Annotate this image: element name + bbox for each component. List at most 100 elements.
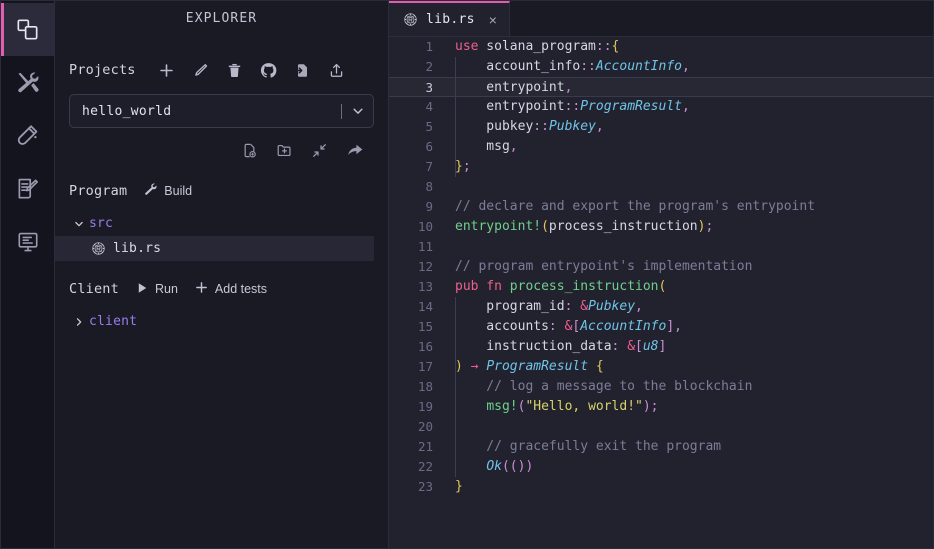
tab-label: lib.rs — [426, 12, 475, 27]
indent-guide — [455, 297, 456, 377]
token-var: accounts — [455, 319, 549, 334]
code-line[interactable]: 8 — [389, 177, 933, 197]
code-line[interactable]: 17) → ProgramResult { — [389, 357, 933, 377]
code-line[interactable]: 23} — [389, 477, 933, 497]
token-mac: entrypoint! — [455, 219, 541, 234]
line-content: entrypoint!(process_instruction); — [447, 217, 933, 237]
code-line[interactable]: 6 msg, — [389, 137, 933, 157]
import-github-button[interactable] — [252, 56, 286, 84]
activity-item-programs[interactable] — [1, 215, 54, 268]
new-folder-button[interactable] — [267, 137, 302, 163]
code-line[interactable]: 14 program_id: &Pubkey, — [389, 297, 933, 317]
code-line[interactable]: 9// declare and export the program's ent… — [389, 197, 933, 217]
code-line[interactable]: 20 — [389, 417, 933, 437]
import-project-button[interactable] — [286, 56, 320, 84]
code-line[interactable]: 1use solana_program::{ — [389, 37, 933, 57]
code-line[interactable]: 12// program entrypoint's implementation — [389, 257, 933, 277]
code-line[interactable]: 10entrypoint!(process_instruction); — [389, 217, 933, 237]
activity-item-build-deploy[interactable] — [1, 56, 54, 109]
client-label: Client — [69, 281, 119, 297]
rust-icon — [403, 12, 418, 27]
token-punc: , — [674, 319, 682, 334]
line-content: msg!("Hello, world!"); — [447, 397, 933, 417]
code-line[interactable]: 18 // log a message to the blockchain — [389, 377, 933, 397]
line-number: 20 — [389, 417, 447, 437]
code-line[interactable]: 15 accounts: &[AccountInfo], — [389, 317, 933, 337]
explorer-panel: EXPLORER Projects — [55, 1, 389, 548]
plus-icon — [194, 280, 209, 299]
indent-guide — [455, 57, 456, 177]
add-tests-label: Add tests — [215, 282, 267, 296]
activity-item-test[interactable] — [1, 109, 54, 162]
github-icon — [260, 62, 277, 79]
code-line[interactable]: 16 instruction_data: &[u8] — [389, 337, 933, 357]
activity-item-tutorials[interactable] — [1, 162, 54, 215]
line-content: // declare and export the program's entr… — [447, 197, 933, 217]
tree-item-src[interactable]: src — [55, 211, 374, 236]
rename-project-button[interactable] — [184, 56, 218, 84]
tree-item-client[interactable]: client — [55, 309, 374, 334]
activity-item-explorer[interactable] — [1, 3, 54, 56]
line-content: use solana_program::{ — [447, 37, 933, 57]
test-tube-icon — [15, 123, 40, 148]
line-number: 3 — [389, 78, 447, 96]
code-line[interactable]: 11 — [389, 237, 933, 257]
code-line[interactable]: 3 entrypoint, — [389, 77, 933, 97]
token-punc: , — [510, 139, 518, 154]
token-punc: : — [549, 319, 557, 334]
share-button[interactable] — [337, 137, 372, 163]
new-file-button[interactable] — [232, 137, 267, 163]
select-divider — [341, 104, 342, 119]
tab-lib-rs[interactable]: lib.rs × — [389, 1, 510, 36]
token-punc: ; — [705, 219, 713, 234]
chevron-right-icon — [69, 316, 89, 328]
code-line[interactable]: 5 pubkey::Pubkey, — [389, 117, 933, 137]
token-punc: ); — [643, 399, 659, 414]
token-brace: { — [588, 359, 604, 374]
project-select[interactable]: hello_world — [69, 94, 374, 128]
token-brace: ) — [455, 359, 463, 374]
program-label: Program — [69, 183, 127, 199]
tools-icon — [15, 70, 41, 96]
token-punc: :: — [533, 119, 549, 134]
code-line[interactable]: 13pub fn process_instruction( — [389, 277, 933, 297]
code-line[interactable]: 21 // gracefully exit the program — [389, 437, 933, 457]
line-number: 22 — [389, 457, 447, 477]
new-project-button[interactable] — [150, 56, 184, 84]
delete-project-button[interactable] — [218, 56, 252, 84]
tab-bar: lib.rs × — [389, 1, 933, 37]
line-number: 13 — [389, 277, 447, 297]
token-op: → — [463, 359, 486, 374]
run-button[interactable]: Run — [135, 280, 178, 299]
token-fn: process_instruction — [510, 279, 659, 294]
token-punc: :: — [565, 99, 581, 114]
code-line[interactable]: 22 Ok(()) — [389, 457, 933, 477]
line-number: 4 — [389, 97, 447, 117]
code-line[interactable]: 2 account_info::AccountInfo, — [389, 57, 933, 77]
token-var: entrypoint — [455, 80, 565, 95]
collapse-all-button[interactable] — [302, 137, 337, 163]
token-punc: (() — [502, 459, 525, 474]
code-line[interactable]: 7}; — [389, 157, 933, 177]
build-button[interactable]: Build — [143, 182, 192, 201]
line-content: // program entrypoint's implementation — [447, 257, 933, 277]
export-project-button[interactable] — [320, 56, 354, 84]
line-number: 7 — [389, 157, 447, 177]
wrench-icon — [143, 182, 158, 201]
token-var: program_id — [455, 299, 565, 314]
token-op: & — [557, 319, 573, 334]
token-punc: , — [635, 299, 643, 314]
code-editor[interactable]: 1use solana_program::{2 account_info::Ac… — [389, 37, 933, 548]
token-cmt: // log a message to the blockchain — [455, 379, 752, 394]
token-op: & — [619, 339, 635, 354]
token-str: "Hello, world!" — [525, 399, 642, 414]
code-line[interactable]: 4 entrypoint::ProgramResult, — [389, 97, 933, 117]
add-tests-button[interactable]: Add tests — [194, 280, 267, 299]
line-number: 10 — [389, 217, 447, 237]
close-icon[interactable]: × — [489, 13, 497, 27]
code-line[interactable]: 19 msg!("Hello, world!"); — [389, 397, 933, 417]
share-arrow-icon — [346, 141, 364, 159]
token-op: & — [572, 299, 588, 314]
tree-item-lib-rs[interactable]: lib.rs — [55, 236, 374, 261]
line-number: 19 — [389, 397, 447, 417]
